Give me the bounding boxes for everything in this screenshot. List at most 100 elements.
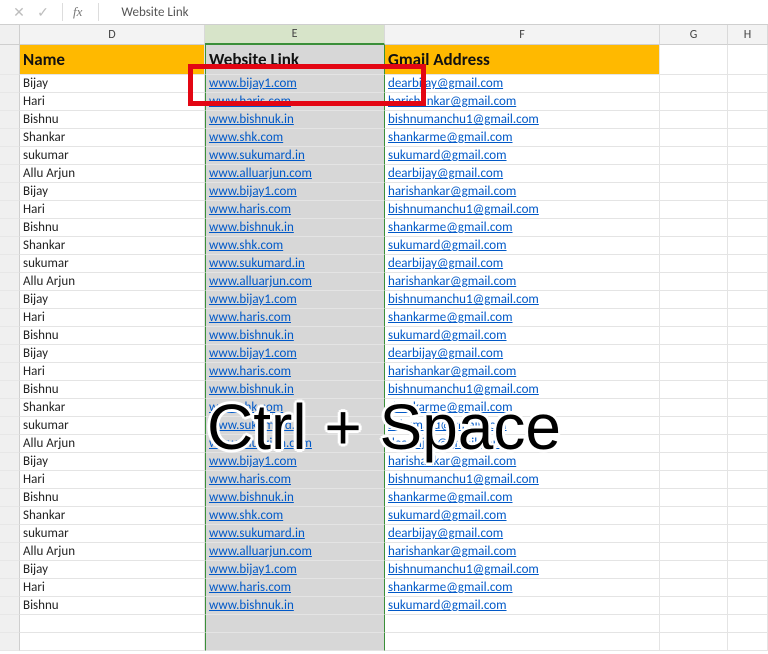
cell-gmail[interactable]: sukumard@gmail.com <box>385 417 660 435</box>
empty-cell[interactable] <box>728 201 768 219</box>
empty-cell[interactable] <box>728 399 768 417</box>
cell-gmail[interactable]: harishankar@gmail.com <box>385 453 660 471</box>
cell-gmail[interactable]: bishnumanchu1@gmail.com <box>385 381 660 399</box>
cell-website[interactable]: www.shk.com <box>205 507 385 525</box>
cell-website[interactable]: www.haris.com <box>205 201 385 219</box>
cell-name[interactable]: Bishnu <box>20 489 205 507</box>
cell-gmail[interactable]: dearbijay@gmail.com <box>385 75 660 93</box>
empty-cell[interactable] <box>660 255 728 273</box>
empty-cell[interactable] <box>728 579 768 597</box>
empty-cell[interactable] <box>728 75 768 93</box>
empty-cell[interactable] <box>728 291 768 309</box>
cell-name[interactable]: Shankar <box>20 507 205 525</box>
empty-cell[interactable] <box>660 147 728 165</box>
cell-website[interactable]: www.bishnuk.in <box>205 489 385 507</box>
cell-gmail[interactable]: dearbijay@gmail.com <box>385 435 660 453</box>
empty-cell[interactable] <box>660 381 728 399</box>
row-gutter[interactable] <box>0 633 20 651</box>
row-gutter[interactable] <box>0 435 20 453</box>
cell-website[interactable]: www.alluarjun.com <box>205 543 385 561</box>
empty-cell[interactable] <box>205 615 385 633</box>
cell-website[interactable]: www.bishnuk.in <box>205 219 385 237</box>
cell-website[interactable]: www.bijay1.com <box>205 561 385 579</box>
row-gutter[interactable] <box>0 615 20 633</box>
empty-cell[interactable] <box>660 165 728 183</box>
cell-gmail[interactable]: dearbijay@gmail.com <box>385 345 660 363</box>
cell-gmail[interactable]: dearbijay@gmail.com <box>385 165 660 183</box>
grid-body[interactable]: Name Website Link Gmail Address Bijaywww… <box>0 45 768 651</box>
row-gutter[interactable] <box>0 381 20 399</box>
cell-name[interactable]: Bijay <box>20 561 205 579</box>
row-gutter[interactable] <box>0 489 20 507</box>
row-gutter[interactable] <box>0 471 20 489</box>
cell-gmail[interactable]: shankarme@gmail.com <box>385 129 660 147</box>
empty-cell[interactable] <box>728 615 768 633</box>
cell-website[interactable]: www.bijay1.com <box>205 453 385 471</box>
empty-cell[interactable] <box>728 417 768 435</box>
header-website[interactable]: Website Link <box>205 45 385 75</box>
empty-cell[interactable] <box>385 615 660 633</box>
cell-name[interactable]: sukumar <box>20 525 205 543</box>
empty-cell[interactable] <box>660 129 728 147</box>
cell-gmail[interactable]: shankarme@gmail.com <box>385 489 660 507</box>
cell-website[interactable]: www.bijay1.com <box>205 183 385 201</box>
empty-cell[interactable] <box>728 237 768 255</box>
cell-website[interactable]: www.bishnuk.in <box>205 111 385 129</box>
empty-cell[interactable] <box>660 327 728 345</box>
empty-cell[interactable] <box>660 525 728 543</box>
row-gutter[interactable] <box>0 255 20 273</box>
empty-cell[interactable] <box>728 111 768 129</box>
row-gutter[interactable] <box>0 399 20 417</box>
col-header-G[interactable]: G <box>660 25 728 45</box>
empty-cell[interactable] <box>660 219 728 237</box>
cell-gmail[interactable]: bishnumanchu1@gmail.com <box>385 291 660 309</box>
cell-name[interactable]: Hari <box>20 309 205 327</box>
empty-cell[interactable] <box>660 237 728 255</box>
empty-cell[interactable] <box>728 435 768 453</box>
empty-cell[interactable] <box>385 633 660 651</box>
cell-website[interactable]: www.haris.com <box>205 93 385 111</box>
cell-website[interactable]: www.bishnuk.in <box>205 327 385 345</box>
cancel-icon[interactable]: ✕ <box>10 3 28 21</box>
empty-cell[interactable] <box>205 633 385 651</box>
cell-website[interactable]: www.haris.com <box>205 471 385 489</box>
cell-gmail[interactable]: shankarme@gmail.com <box>385 309 660 327</box>
header-name[interactable]: Name <box>20 45 205 75</box>
empty-cell[interactable] <box>660 201 728 219</box>
enter-icon[interactable]: ✓ <box>34 3 52 21</box>
cell-gmail[interactable]: harishankar@gmail.com <box>385 273 660 291</box>
cell-gmail[interactable]: bishnumanchu1@gmail.com <box>385 111 660 129</box>
cell-website[interactable]: www.sukumard.in <box>205 147 385 165</box>
cell-name[interactable]: Hari <box>20 93 205 111</box>
cell-name[interactable]: Bijay <box>20 291 205 309</box>
cell-website[interactable]: www.sukumard.in <box>205 525 385 543</box>
empty-cell[interactable] <box>728 327 768 345</box>
empty-cell[interactable] <box>660 453 728 471</box>
cell-name[interactable]: Bishnu <box>20 597 205 615</box>
cell-name[interactable]: Hari <box>20 363 205 381</box>
empty-cell[interactable] <box>660 363 728 381</box>
empty-cell[interactable] <box>660 417 728 435</box>
cell-gmail[interactable]: sukumard@gmail.com <box>385 327 660 345</box>
cell-website[interactable]: www.alluarjun.com <box>205 165 385 183</box>
row-gutter[interactable] <box>0 45 20 75</box>
empty-cell[interactable] <box>660 579 728 597</box>
empty-cell[interactable] <box>660 345 728 363</box>
col-header-D[interactable]: D <box>20 25 205 45</box>
cell-website[interactable]: www.bijay1.com <box>205 291 385 309</box>
empty-cell[interactable] <box>20 615 205 633</box>
empty-cell[interactable] <box>728 255 768 273</box>
cell-name[interactable]: Bishnu <box>20 111 205 129</box>
cell-website[interactable]: www.haris.com <box>205 309 385 327</box>
empty-cell[interactable] <box>728 597 768 615</box>
cell-name[interactable]: Allu Arjun <box>20 435 205 453</box>
header-gmail[interactable]: Gmail Address <box>385 45 660 75</box>
cell-name[interactable]: Bijay <box>20 183 205 201</box>
cell-gmail[interactable]: shankarme@gmail.com <box>385 399 660 417</box>
row-gutter[interactable] <box>0 111 20 129</box>
empty-cell[interactable] <box>728 633 768 651</box>
empty-cell[interactable] <box>728 489 768 507</box>
col-header-E[interactable]: E <box>205 25 385 45</box>
row-gutter[interactable] <box>0 543 20 561</box>
empty-cell[interactable] <box>660 489 728 507</box>
